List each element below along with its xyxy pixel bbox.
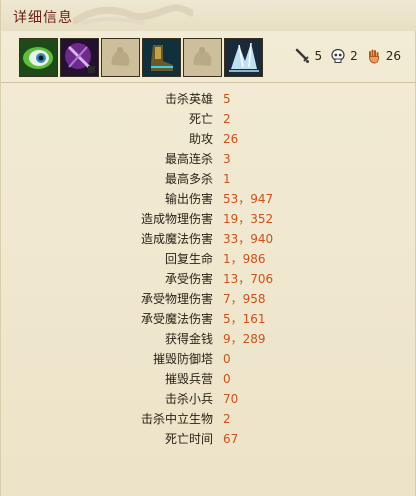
green-eye-item-icon	[20, 39, 57, 76]
skull-icon	[331, 48, 345, 63]
decorative-swirl-icon	[73, 4, 193, 25]
header-divider	[1, 82, 416, 83]
kda-summary: 5 2 26	[286, 48, 401, 64]
details-panel: 详细信息 5 2 26 击杀英雄 5 死亡 2 助攻 26 最高连杀 3 最高多…	[0, 0, 416, 496]
stat-value: 5，161	[223, 312, 266, 326]
stat-label: 击杀小兵	[164, 392, 213, 406]
stat-row-damage-taken: 承受伤害 13，706	[1, 269, 416, 289]
item-slot-4[interactable]	[142, 38, 181, 77]
panel-header: 详细信息	[1, 0, 416, 31]
stat-row-towers: 摧毁防御塔 0	[1, 349, 416, 369]
stat-value: 9，289	[223, 332, 266, 346]
empty-item-slot-icon	[184, 39, 221, 76]
stat-row-magic-taken: 承受魔法伤害 5，161	[1, 309, 416, 329]
empty-item-slot-icon	[102, 39, 139, 76]
stat-row-healing: 回复生命 1，986	[1, 249, 416, 269]
stat-row-physical-dealt: 造成物理伤害 19，352	[1, 209, 416, 229]
stat-row-death-time: 死亡时间 67	[1, 429, 416, 449]
deaths-count: 2	[350, 49, 358, 63]
stat-value: 19，352	[223, 212, 274, 226]
stat-row-gold: 获得金钱 9，289	[1, 329, 416, 349]
boots-item-icon	[143, 39, 180, 76]
hand-icon	[368, 49, 379, 64]
stat-row-physical-taken: 承受物理伤害 7，958	[1, 289, 416, 309]
stat-label: 摧毁兵营	[164, 372, 213, 386]
stat-row-multi-kill: 最高多杀 1	[1, 169, 416, 189]
stat-value: 13，706	[223, 272, 274, 286]
stat-value: 7，958	[223, 292, 266, 306]
stat-label: 死亡	[188, 112, 213, 126]
stat-label: 输出伤害	[164, 192, 213, 206]
stat-row-neutrals: 击杀中立生物 2	[1, 409, 416, 429]
stat-value: 0	[223, 352, 231, 366]
assists-summary: 26	[366, 48, 401, 64]
stat-row-kills: 击杀英雄 5	[1, 89, 416, 109]
stat-value: 2	[223, 412, 231, 426]
stat-row-magic-dealt: 造成魔法伤害 33，940	[1, 229, 416, 249]
stat-label: 回复生命	[164, 252, 213, 266]
stat-value: 0	[223, 372, 231, 386]
stat-label: 最高连杀	[164, 152, 213, 166]
stat-row-deaths: 死亡 2	[1, 109, 416, 129]
stat-label: 摧毁防御塔	[152, 352, 213, 366]
kills-summary: 5	[294, 48, 322, 64]
stat-value: 67	[223, 432, 239, 446]
purple-dagger-item-icon	[61, 39, 98, 76]
stats-list: 击杀英雄 5 死亡 2 助攻 26 最高连杀 3 最高多杀 1 输出伤害 53，…	[1, 89, 416, 449]
stat-label: 死亡时间	[164, 432, 213, 446]
stat-row-assists: 助攻 26	[1, 129, 416, 149]
stat-value: 1	[223, 172, 231, 186]
stat-label: 承受伤害	[164, 272, 213, 286]
stat-value: 53，947	[223, 192, 274, 206]
item-slot-3[interactable]	[101, 38, 140, 77]
item-slot-6[interactable]	[224, 38, 263, 77]
stat-value: 1，986	[223, 252, 266, 266]
stat-value: 33，940	[223, 232, 274, 246]
stat-value: 2	[223, 112, 231, 126]
stat-value: 3	[223, 152, 231, 166]
stat-value: 70	[223, 392, 239, 406]
item-slot-1[interactable]	[19, 38, 58, 77]
kills-count: 5	[314, 49, 323, 63]
sword-icon	[296, 48, 310, 63]
item-bar	[19, 38, 265, 78]
stat-row-damage-dealt: 输出伤害 53，947	[1, 189, 416, 209]
stat-value: 5	[223, 92, 231, 106]
stat-label: 承受物理伤害	[140, 292, 213, 306]
deaths-summary: 2	[330, 48, 358, 64]
stat-label: 助攻	[188, 132, 213, 146]
stat-label: 击杀中立生物	[140, 412, 213, 426]
stat-label: 获得金钱	[164, 332, 213, 346]
assists-count: 26	[385, 49, 401, 63]
stat-label: 造成物理伤害	[140, 212, 213, 226]
item-slot-5[interactable]	[183, 38, 222, 77]
stat-label: 承受魔法伤害	[140, 312, 213, 326]
stat-label: 最高多杀	[164, 172, 213, 186]
ice-shard-item-icon	[225, 39, 262, 76]
stat-row-killing-spree: 最高连杀 3	[1, 149, 416, 169]
item-slot-2[interactable]	[60, 38, 99, 77]
panel-title: 详细信息	[13, 10, 73, 26]
stat-label: 击杀英雄	[164, 92, 213, 106]
stat-row-barracks: 摧毁兵营 0	[1, 369, 416, 389]
stat-row-creeps: 击杀小兵 70	[1, 389, 416, 409]
stat-value: 26	[223, 132, 239, 146]
stat-label: 造成魔法伤害	[140, 232, 213, 246]
